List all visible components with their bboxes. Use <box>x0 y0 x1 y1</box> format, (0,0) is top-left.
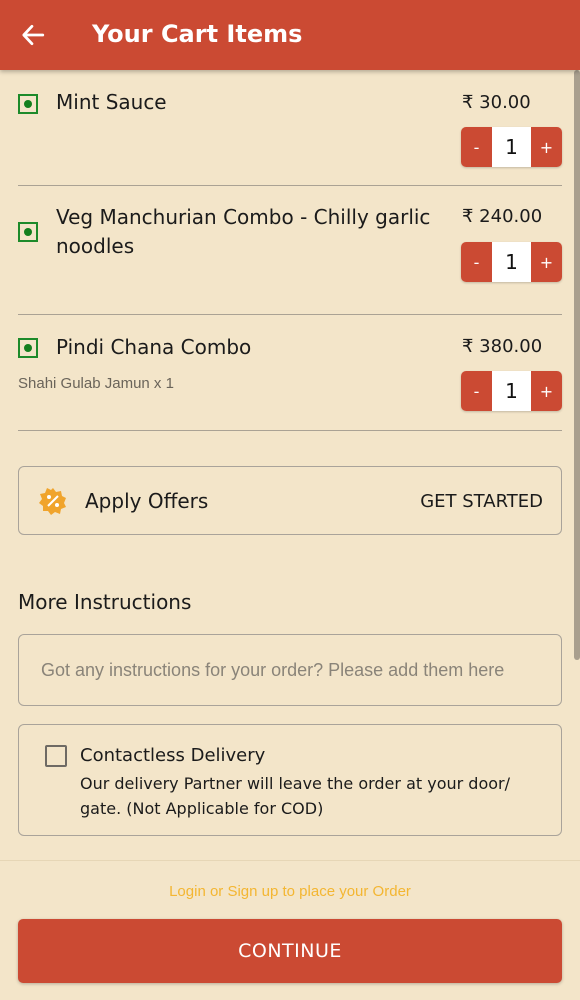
quantity-value: 1 <box>492 371 531 411</box>
bottom-bar: Login or Sign up to place your Order CON… <box>0 860 580 1000</box>
cart-item: Veg Manchurian Combo - Chilly garlic noo… <box>0 186 562 315</box>
item-name: Mint Sauce <box>56 90 167 114</box>
more-instructions-heading: More Instructions <box>18 590 192 614</box>
login-signup-link[interactable]: Login or Sign up to place your Order <box>0 883 580 900</box>
contactless-title: Contactless Delivery <box>80 745 266 766</box>
quantity-stepper: - 1 + <box>461 127 562 167</box>
apply-offers-label: Apply Offers <box>85 489 209 513</box>
divider <box>18 430 562 431</box>
veg-indicator-icon <box>18 338 38 358</box>
item-name: Pindi Chana Combo <box>56 335 252 359</box>
veg-indicator-icon <box>18 94 38 114</box>
contactless-checkbox[interactable] <box>45 745 67 767</box>
quantity-stepper: - 1 + <box>461 371 562 411</box>
scrollbar[interactable] <box>574 70 580 660</box>
veg-indicator-icon <box>18 222 38 242</box>
item-price: ₹ 380.00 <box>462 336 543 357</box>
instructions-input[interactable] <box>18 634 562 706</box>
get-started-link[interactable]: GET STARTED <box>420 491 543 512</box>
increment-button[interactable]: + <box>531 242 562 282</box>
app-bar: Your Cart Items <box>0 0 580 70</box>
contactless-description: Our delivery Partner will leave the orde… <box>80 774 510 818</box>
arrow-left-icon[interactable] <box>20 22 46 48</box>
discount-badge-icon <box>39 488 66 515</box>
increment-button[interactable]: + <box>531 371 562 411</box>
decrement-button[interactable]: - <box>461 127 492 167</box>
cart-item: Pindi Chana Combo Shahi Gulab Jamun x 1 … <box>0 315 562 431</box>
item-name: Veg Manchurian Combo - Chilly garlic noo… <box>56 205 431 258</box>
decrement-button[interactable]: - <box>461 242 492 282</box>
continue-button[interactable]: CONTINUE <box>18 919 562 983</box>
apply-offers-button[interactable]: Apply Offers GET STARTED <box>18 466 562 535</box>
cart-item: Mint Sauce ₹ 30.00 - 1 + <box>0 70 562 186</box>
increment-button[interactable]: + <box>531 127 562 167</box>
quantity-stepper: - 1 + <box>461 242 562 282</box>
page-title: Your Cart Items <box>92 20 303 48</box>
decrement-button[interactable]: - <box>461 371 492 411</box>
quantity-value: 1 <box>492 242 531 282</box>
item-price: ₹ 240.00 <box>462 206 543 227</box>
item-addon: Shahi Gulab Jamun x 1 <box>18 375 174 392</box>
contactless-delivery-card: Contactless Delivery Our delivery Partne… <box>18 724 562 836</box>
quantity-value: 1 <box>492 127 531 167</box>
item-price: ₹ 30.00 <box>462 92 531 113</box>
